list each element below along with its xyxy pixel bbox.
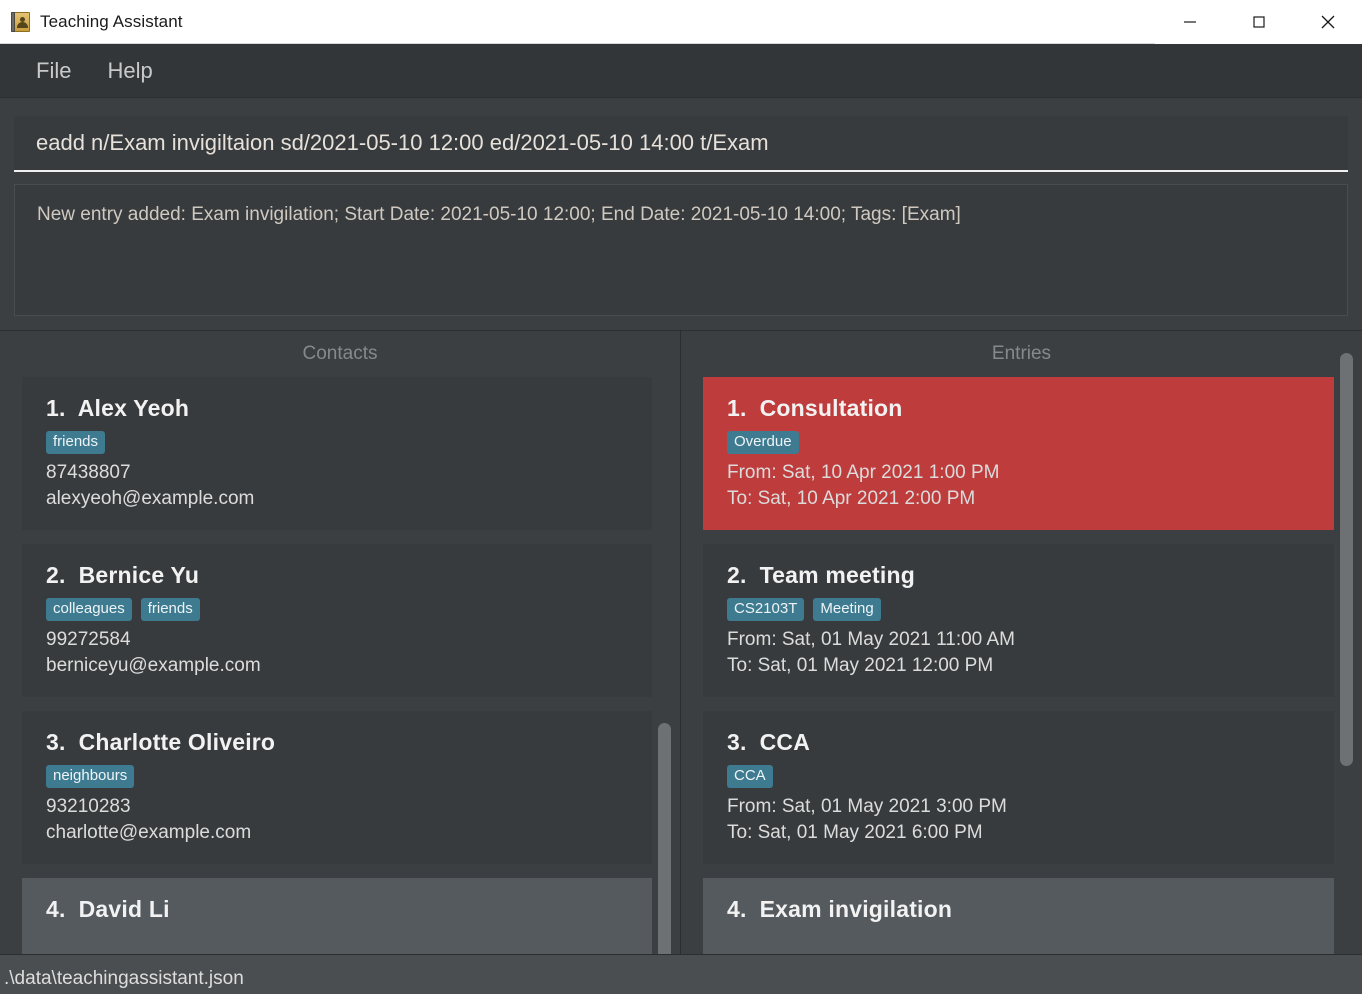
entry-card[interactable]: 4. Exam invigilation	[703, 878, 1334, 954]
contact-card-index: 3.	[46, 729, 66, 756]
contacts-panel-title: Contacts	[302, 343, 378, 364]
entry-card-tags: Overdue	[727, 431, 1312, 454]
window-controls	[1155, 0, 1362, 44]
entry-card-from: From: Sat, 01 May 2021 11:00 AM	[727, 629, 1015, 651]
entry-card-name: Team meeting	[759, 562, 915, 589]
entry-card-title: 3. CCA	[727, 729, 1312, 756]
tag-chip: neighbours	[46, 765, 135, 789]
entries-panel-title: Entries	[991, 343, 1052, 364]
close-button[interactable]	[1293, 0, 1362, 44]
contact-card[interactable]: 3. Charlotte Oliveiro neighbours 9321028…	[22, 711, 652, 865]
window-titlebar: Teaching Assistant	[0, 0, 1362, 44]
entry-card-tags: CCA	[727, 765, 1312, 789]
minimize-button[interactable]	[1155, 0, 1224, 44]
contact-card-name: Bernice Yu	[78, 562, 200, 589]
contact-card-index: 2.	[46, 562, 66, 589]
tag-chip: CCA	[727, 765, 773, 789]
contact-card-email: berniceyu@example.com	[46, 655, 261, 677]
contact-card-tags: friends	[46, 431, 630, 454]
contact-card-index: 4.	[46, 896, 66, 923]
status-bar-file-path: .\data\teachingassistant.json	[4, 967, 244, 989]
main-split-pane: Contacts 1. Alex Yeoh friends 87438807 a…	[0, 330, 1362, 954]
entry-card-tags: CS2103T Meeting	[727, 598, 1312, 622]
contact-card-name: David Li	[78, 896, 170, 923]
entries-scrollbar-thumb[interactable]	[1340, 353, 1353, 766]
status-bar: .\data\teachingassistant.json	[0, 954, 1362, 994]
contact-card-title: 1. Alex Yeoh	[46, 395, 630, 422]
menu-item-file[interactable]: File	[22, 54, 85, 88]
entry-card-index: 1.	[727, 395, 747, 421]
contact-card-name: Charlotte Oliveiro	[78, 729, 276, 756]
tag-chip: friends	[140, 598, 200, 622]
result-display-text: New entry added: Exam invigilation; Star…	[37, 204, 961, 225]
contacts-panel: Contacts 1. Alex Yeoh friends 87438807 a…	[0, 331, 681, 954]
contact-card-title: 4. David Li	[46, 896, 630, 923]
entry-card-to: To: Sat, 01 May 2021 12:00 PM	[727, 655, 994, 677]
entry-card-index: 4.	[727, 896, 747, 923]
tag-chip: CS2103T	[727, 598, 805, 622]
entry-card-title: 4. Exam invigilation	[727, 896, 1312, 923]
result-display: New entry added: Exam invigilation; Star…	[14, 184, 1348, 316]
contacts-list[interactable]: 1. Alex Yeoh friends 87438807 alexyeoh@e…	[22, 377, 652, 954]
contact-card-email: charlotte@example.com	[46, 822, 252, 844]
contacts-scrollbar[interactable]	[658, 723, 671, 954]
contact-card-tags: neighbours	[46, 765, 630, 789]
entries-list[interactable]: 1. Consultation Overdue From: Sat, 10 Ap…	[703, 377, 1334, 954]
entry-card-to: To: Sat, 01 May 2021 6:00 PM	[727, 822, 983, 844]
entry-card-title: 2. Team meeting	[727, 562, 1312, 589]
tag-chip: Meeting	[813, 598, 881, 622]
entry-card-name: Exam invigilation	[759, 896, 953, 923]
contact-card[interactable]: 4. David Li	[22, 878, 652, 954]
tag-chip: colleagues	[46, 598, 132, 622]
tag-chip: friends	[46, 431, 106, 454]
entry-card[interactable]: 3. CCA CCA From: Sat, 01 May 2021 3:00 P…	[703, 711, 1334, 865]
menu-bar: File Help	[0, 44, 1362, 98]
entry-card-from: From: Sat, 01 May 2021 3:00 PM	[727, 796, 1007, 818]
entries-scrollbar[interactable]	[1340, 353, 1353, 954]
contact-card-name: Alex Yeoh	[77, 395, 190, 421]
entries-panel: Entries 1. Consultation Overdue From: Sa…	[681, 331, 1362, 954]
contact-card-tags: colleagues friends	[46, 598, 630, 622]
address-book-icon	[9, 11, 31, 33]
entry-card-title: 1. Consultation	[727, 395, 1312, 422]
maximize-button[interactable]	[1224, 0, 1293, 44]
contact-card-title: 2. Bernice Yu	[46, 562, 630, 589]
contact-card[interactable]: 1. Alex Yeoh friends 87438807 alexyeoh@e…	[22, 377, 652, 531]
entry-card-name: Consultation	[759, 395, 903, 421]
contact-card-phone: 99272584	[46, 629, 131, 651]
command-input[interactable]: eadd n/Exam invigiltaion sd/2021-05-10 1…	[14, 116, 1348, 172]
entry-card[interactable]: 1. Consultation Overdue From: Sat, 10 Ap…	[703, 377, 1334, 531]
entry-card-index: 3.	[727, 729, 747, 756]
contact-card-email: alexyeoh@example.com	[46, 488, 255, 510]
entry-card[interactable]: 2. Team meeting CS2103T Meeting From: Sa…	[703, 544, 1334, 698]
contact-card-index: 1.	[46, 395, 66, 421]
command-input-value: eadd n/Exam invigiltaion sd/2021-05-10 1…	[36, 130, 769, 155]
contacts-scrollbar-thumb[interactable]	[658, 723, 671, 954]
contact-card-phone: 93210283	[46, 796, 131, 818]
window-title: Teaching Assistant	[40, 11, 183, 31]
entry-card-from: From: Sat, 10 Apr 2021 1:00 PM	[727, 462, 1000, 483]
contact-card-title: 3. Charlotte Oliveiro	[46, 729, 630, 756]
result-display-container: New entry added: Exam invigilation; Star…	[0, 172, 1362, 316]
entry-card-to: To: Sat, 10 Apr 2021 2:00 PM	[727, 488, 976, 510]
command-box-container: eadd n/Exam invigiltaion sd/2021-05-10 1…	[0, 98, 1362, 172]
entry-card-index: 2.	[727, 562, 747, 589]
entry-card-name: CCA	[759, 729, 811, 756]
contact-card[interactable]: 2. Bernice Yu colleagues friends 9927258…	[22, 544, 652, 698]
tag-chip: Overdue	[727, 431, 799, 454]
menu-item-help[interactable]: Help	[93, 54, 166, 88]
contact-card-phone: 87438807	[46, 462, 131, 483]
